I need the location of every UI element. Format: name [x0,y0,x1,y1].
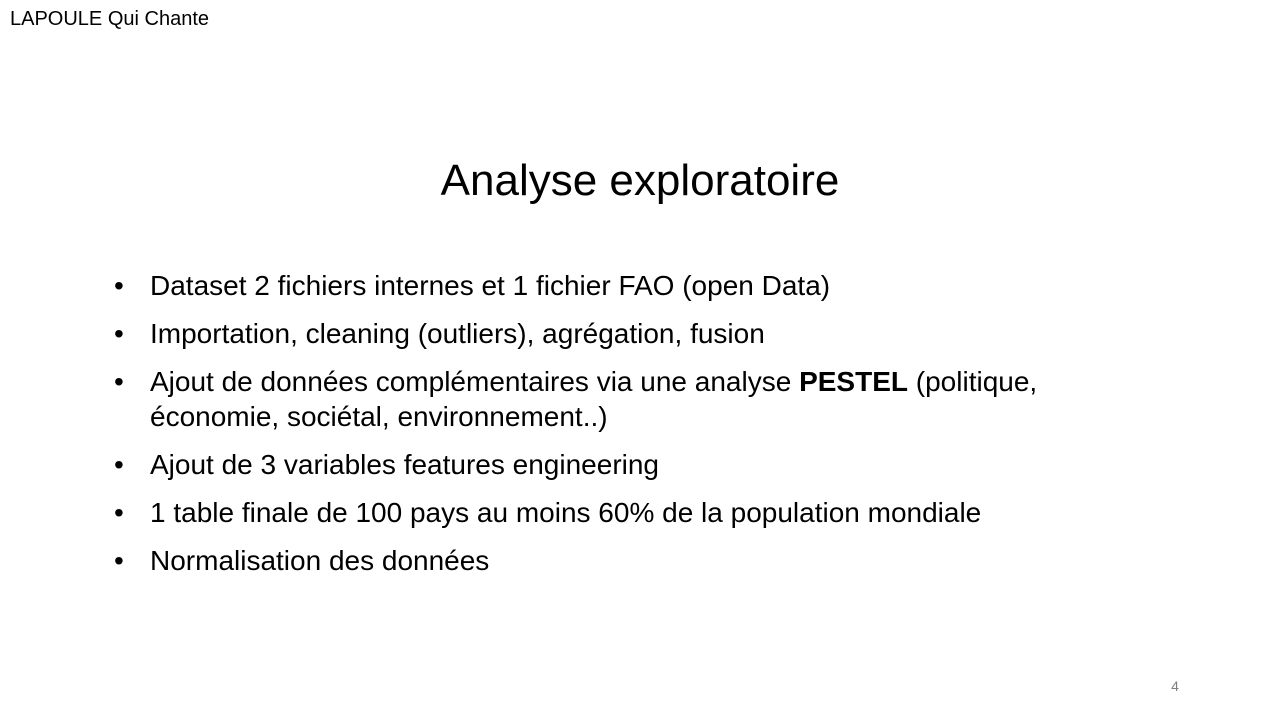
bullet-text: 1 table finale de 100 pays au moins 60% … [150,497,982,528]
page-number: 4 [1171,678,1179,694]
bullet-text-strong: PESTEL [799,366,908,397]
bullet-dot-icon: • [114,497,124,528]
slide: LAPOULE Qui Chante Analyse exploratoire … [0,0,1280,720]
bullet-item: • 1 table finale de 100 pays au moins 60… [114,495,1164,530]
bullet-text: Dataset 2 fichiers internes et 1 fichier… [150,270,831,301]
bullet-dot-icon: • [114,545,124,576]
bullet-dot-icon: • [114,366,124,397]
header-text: LAPOULE Qui Chante [10,8,209,30]
bullet-dot-icon: • [114,270,124,301]
bullet-text-before: Ajout de données complémentaires via une… [150,366,800,397]
bullet-item: • Dataset 2 fichiers internes et 1 fichi… [114,268,1164,303]
bullet-text: Importation, cleaning (outliers), agréga… [150,318,765,349]
bullet-item: • Ajout de 3 variables features engineer… [114,447,1164,482]
slide-title: Analyse exploratoire [440,156,840,205]
bullet-dot-icon: • [114,449,124,480]
bullet-item: • Normalisation des données [114,543,1164,578]
bullet-item: • Ajout de données complémentaires via u… [114,364,1164,434]
bullet-dot-icon: • [114,318,124,349]
bullet-text: Ajout de 3 variables features engineerin… [150,449,660,480]
bullet-list: • Dataset 2 fichiers internes et 1 fichi… [114,268,1164,591]
bullet-item: • Importation, cleaning (outliers), agré… [114,316,1164,351]
bullet-text: Normalisation des données [150,545,490,576]
